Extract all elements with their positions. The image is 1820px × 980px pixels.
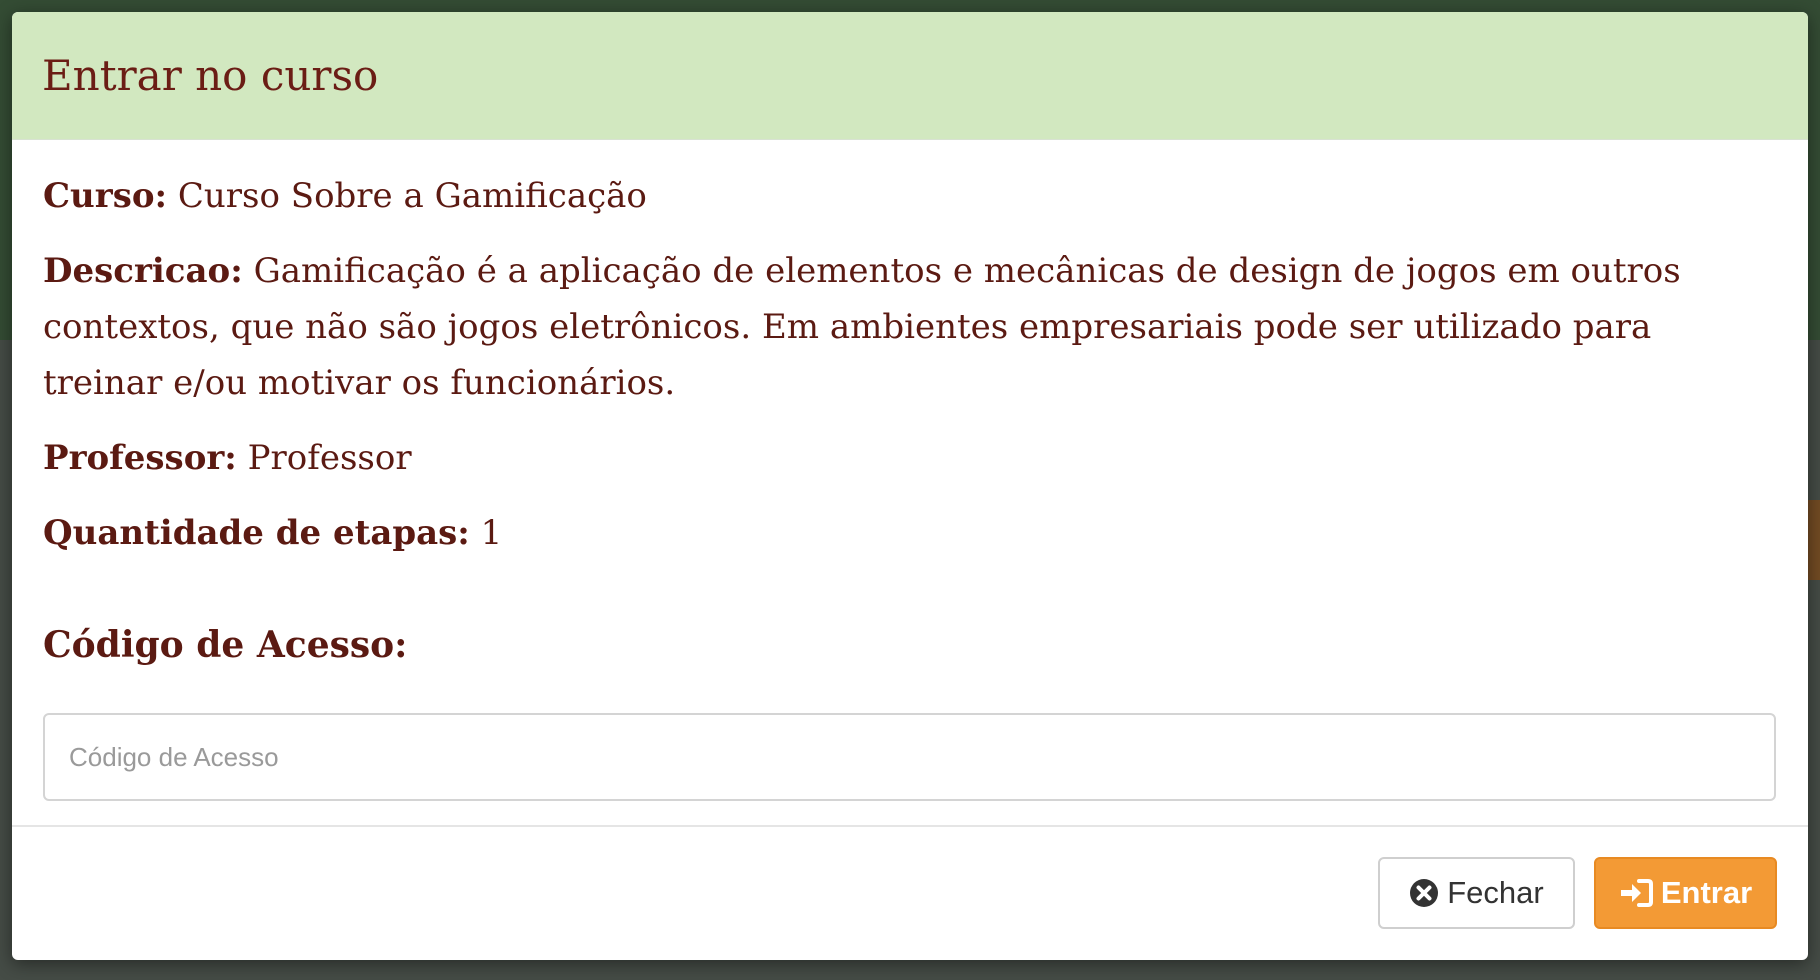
teacher-info: Professor: Professor [43, 430, 1776, 486]
teacher-label: Professor: [43, 438, 237, 478]
teacher-value: Professor [247, 438, 412, 478]
modal-footer: Fechar Entrar [12, 825, 1808, 960]
steps-info: Quantidade de etapas: 1 [43, 505, 1776, 561]
enter-course-modal: Entrar no curso Curso: Curso Sobre a Gam… [12, 12, 1808, 960]
close-button[interactable]: Fechar [1378, 857, 1575, 929]
enter-button[interactable]: Entrar [1594, 857, 1777, 929]
access-code-input[interactable] [43, 713, 1776, 801]
times-circle-icon [1410, 879, 1439, 907]
close-button-label: Fechar [1447, 875, 1544, 910]
description-info: Descricao: Gamificação é a aplicação de … [43, 243, 1776, 411]
course-label: Curso: [43, 176, 168, 216]
course-value: Curso Sobre a Gamificação [177, 176, 647, 216]
description-value: Gamificação é a aplicação de elementos e… [43, 251, 1681, 403]
steps-label: Quantidade de etapas: [43, 513, 470, 553]
enter-button-label: Entrar [1660, 875, 1753, 910]
modal-body: Curso: Curso Sobre a Gamificação Descric… [12, 140, 1808, 825]
modal-header: Entrar no curso [12, 12, 1808, 140]
description-label: Descricao: [43, 251, 243, 291]
steps-value: 1 [480, 513, 503, 553]
modal-title: Entrar no curso [42, 51, 379, 100]
sign-in-icon [1620, 879, 1653, 907]
access-code-label: Código de Acesso: [43, 624, 408, 666]
course-info: Curso: Curso Sobre a Gamificação [43, 168, 1776, 224]
